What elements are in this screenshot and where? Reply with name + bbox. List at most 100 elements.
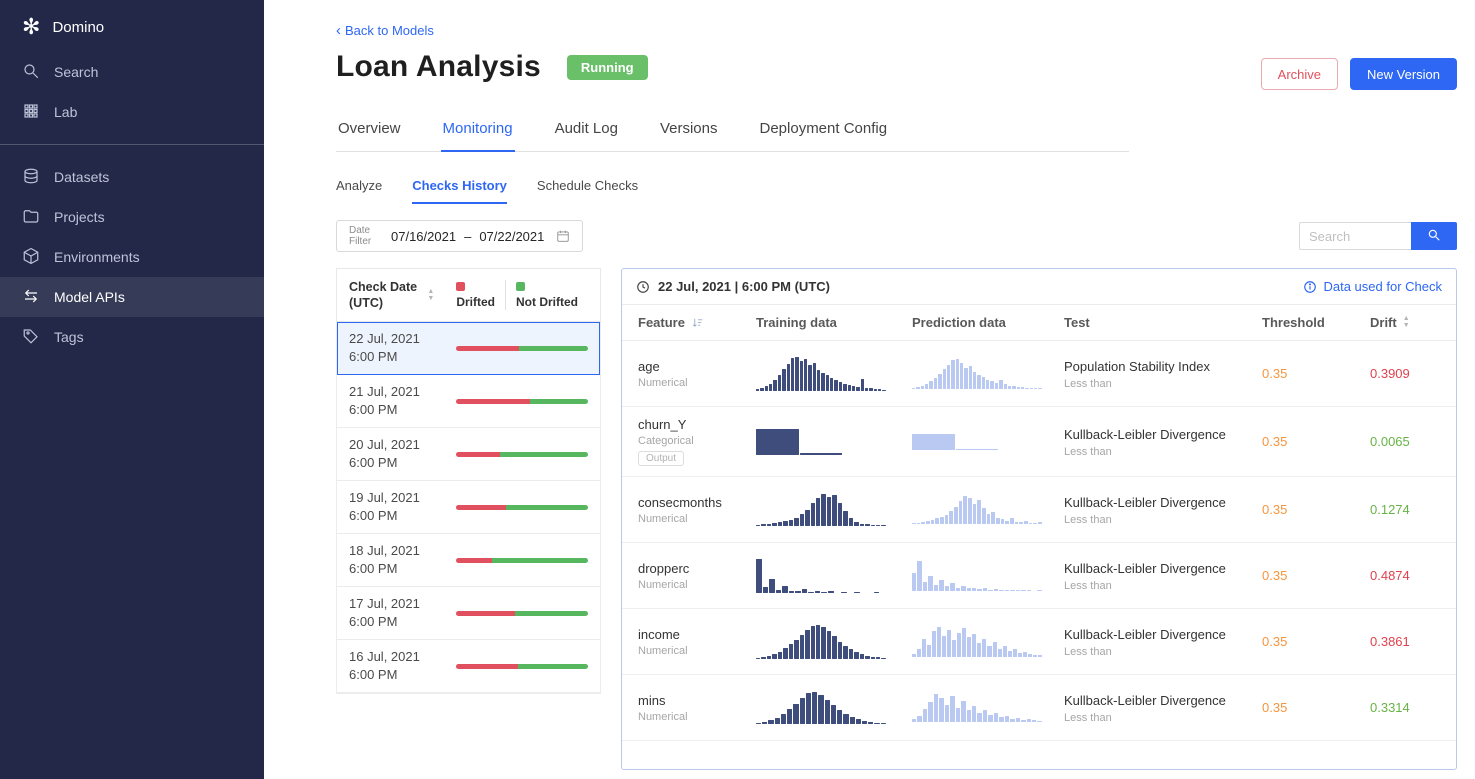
clock-icon	[636, 280, 650, 294]
archive-button[interactable]: Archive	[1261, 58, 1338, 90]
check-date-item[interactable]: 22 Jul, 20216:00 PM	[337, 322, 600, 375]
prediction-data-cell	[912, 627, 1064, 657]
check-detail-panel: 22 Jul, 2021 | 6:00 PM (UTC) Data used f…	[621, 268, 1457, 770]
info-icon	[1303, 280, 1317, 294]
new-version-button[interactable]: New Version	[1350, 58, 1457, 90]
search-box	[1299, 222, 1457, 250]
drift-cell: 0.3861	[1370, 633, 1440, 651]
sidebar-item-projects[interactable]: Projects	[0, 197, 264, 237]
calendar-icon	[556, 229, 570, 243]
check-date-item[interactable]: 19 Jul, 20216:00 PM	[337, 481, 600, 534]
check-date-item[interactable]: 20 Jul, 20216:00 PM	[337, 428, 600, 481]
col-training-data: Training data	[756, 315, 837, 330]
sidebar-item-tags[interactable]: Tags	[0, 317, 264, 357]
check-date-label: 19 Jul, 20216:00 PM	[349, 489, 420, 525]
col-test: Test	[1064, 315, 1090, 330]
sidebar-item-datasets[interactable]: Datasets	[0, 157, 264, 197]
feature-cell: consecmonthsNumerical	[638, 495, 756, 525]
output-tag: Output	[638, 451, 684, 466]
feature-cell: ageNumerical	[638, 359, 756, 389]
sidebar-item-label: Model APIs	[54, 289, 125, 305]
check-date-label: 16 Jul, 20216:00 PM	[349, 648, 420, 684]
training-data-cell	[756, 692, 912, 724]
training-data-cell	[756, 429, 912, 455]
drift-cell: 0.0065	[1370, 433, 1440, 451]
date-separator: –	[464, 229, 471, 244]
threshold-cell: 0.35	[1262, 501, 1370, 519]
sidebar-item-environments[interactable]: Environments	[0, 237, 264, 277]
tab-monitoring[interactable]: Monitoring	[441, 112, 515, 152]
col-drift: Drift	[1370, 315, 1397, 330]
table-row: droppercNumericalKullback-Leibler Diverg…	[622, 543, 1456, 609]
checks-list-header: Check Date (UTC) ▲▼ Drifted Not Drifted	[336, 268, 601, 322]
feature-cell: droppercNumerical	[638, 561, 756, 591]
table-row: ageNumericalPopulation Stability IndexLe…	[622, 341, 1456, 407]
test-cell: Kullback-Leibler DivergenceLess than	[1064, 692, 1262, 724]
subtab-checks-history[interactable]: Checks History	[412, 178, 507, 204]
sidebar-divider	[0, 144, 264, 145]
sidebar-item-lab[interactable]: Lab	[0, 92, 264, 132]
sidebar-item-label: Projects	[54, 209, 105, 225]
prediction-distribution-chart	[912, 694, 1042, 722]
sidebar: ✻ Domino Search Lab Datasets Projects En…	[0, 0, 264, 779]
tab-audit-log[interactable]: Audit Log	[553, 112, 620, 151]
folder-icon	[22, 207, 40, 228]
sidebar-item-search[interactable]: Search	[0, 52, 264, 92]
tab-versions[interactable]: Versions	[658, 112, 720, 151]
monitoring-subtabs: Analyze Checks History Schedule Checks	[336, 178, 1457, 204]
prediction-distribution-chart	[912, 359, 1042, 389]
sidebar-item-label: Search	[54, 64, 98, 80]
test-cell: Kullback-Leibler DivergenceLess than	[1064, 494, 1262, 526]
search-button[interactable]	[1411, 222, 1457, 250]
check-date-label: 20 Jul, 20216:00 PM	[349, 436, 420, 472]
training-distribution-chart	[756, 625, 886, 659]
drift-ratio-bar	[456, 558, 588, 563]
brand[interactable]: ✻ Domino	[0, 0, 264, 52]
chevron-left-icon: ‹	[336, 24, 341, 37]
training-distribution-chart	[756, 429, 886, 455]
drift-ratio-bar	[456, 611, 588, 616]
check-date-item[interactable]: 16 Jul, 20216:00 PM	[337, 640, 600, 693]
training-data-cell	[756, 625, 912, 659]
prediction-distribution-chart	[912, 434, 1042, 450]
subtab-schedule-checks[interactable]: Schedule Checks	[537, 178, 638, 204]
date-from: 07/16/2021	[391, 229, 456, 244]
sort-filter-icon[interactable]	[691, 316, 704, 329]
tab-deployment-config[interactable]: Deployment Config	[758, 112, 890, 151]
check-date-item[interactable]: 18 Jul, 20216:00 PM	[337, 534, 600, 587]
back-to-models-link[interactable]: ‹ Back to Models	[336, 23, 434, 38]
training-distribution-chart	[756, 559, 886, 593]
tab-overview[interactable]: Overview	[336, 112, 403, 151]
sidebar-item-model-apis[interactable]: Model APIs	[0, 277, 264, 317]
date-to: 07/22/2021	[479, 229, 544, 244]
date-range: 07/16/2021 – 07/22/2021	[391, 229, 544, 244]
cube-icon	[22, 247, 40, 268]
data-used-for-check-link[interactable]: Data used for Check	[1303, 279, 1442, 294]
drift-legend: Drifted Not Drifted	[446, 280, 588, 310]
subtab-analyze[interactable]: Analyze	[336, 178, 382, 204]
table-row: incomeNumericalKullback-Leibler Divergen…	[622, 609, 1456, 675]
threshold-cell: 0.35	[1262, 567, 1370, 585]
domino-logo-icon: ✻	[22, 16, 40, 38]
prediction-data-cell	[912, 694, 1064, 722]
search-input[interactable]	[1299, 222, 1411, 250]
search-icon	[22, 62, 40, 83]
search-icon	[1427, 228, 1441, 245]
col-feature: Feature	[638, 315, 685, 330]
prediction-data-cell	[912, 359, 1064, 389]
check-date-label: 21 Jul, 20216:00 PM	[349, 383, 420, 419]
check-date-item[interactable]: 21 Jul, 20216:00 PM	[337, 375, 600, 428]
prediction-data-cell	[912, 496, 1064, 524]
prediction-data-cell	[912, 434, 1064, 450]
not-drifted-legend-label: Not Drifted	[516, 295, 578, 309]
feature-cell: minsNumerical	[638, 693, 756, 723]
swap-arrows-icon	[22, 287, 40, 308]
col-threshold: Threshold	[1262, 315, 1325, 330]
back-link-label: Back to Models	[345, 23, 434, 38]
col-prediction-data: Prediction data	[912, 315, 1006, 330]
date-filter[interactable]: Date Filter 07/16/2021 – 07/22/2021	[336, 220, 583, 252]
check-date-column-header: Check Date (UTC)	[349, 279, 417, 311]
drift-sort-carets-icon[interactable]: ▲▼	[1403, 316, 1410, 329]
check-date-item[interactable]: 17 Jul, 20216:00 PM	[337, 587, 600, 640]
sort-carets-icon[interactable]: ▲▼	[427, 289, 434, 302]
